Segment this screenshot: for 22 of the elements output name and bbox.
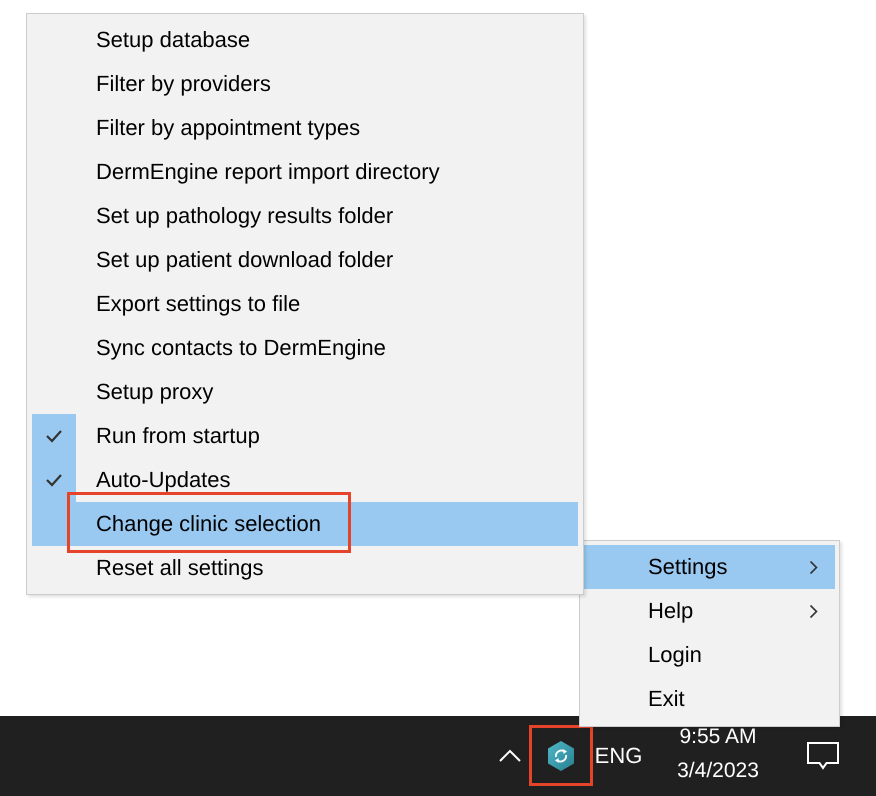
menu-item[interactable]: DermEngine report import directory (32, 150, 578, 194)
menu-item[interactable]: Setup database (32, 18, 578, 62)
sync-app-icon[interactable] (547, 741, 575, 771)
menu-item[interactable]: Auto-Updates (32, 458, 578, 502)
notifications-icon[interactable] (806, 741, 840, 771)
clock-date[interactable]: 3/4/2023 (677, 754, 759, 788)
menu-item[interactable]: Exit (583, 677, 835, 721)
menu-item[interactable]: Set up patient download folder (32, 238, 578, 282)
menu-item[interactable]: Setup proxy (32, 370, 578, 414)
menu-item[interactable]: Settings (583, 545, 835, 589)
menu-item[interactable]: Set up pathology results folder (32, 194, 578, 238)
language-indicator[interactable]: ENG (593, 743, 644, 769)
menu-item[interactable]: Run from startup (32, 414, 578, 458)
menu-item[interactable]: Filter by providers (32, 62, 578, 106)
chevron-up-icon[interactable] (498, 749, 522, 763)
menu-item[interactable]: Filter by appointment types (32, 106, 578, 150)
menu-item[interactable]: Change clinic selection (32, 502, 578, 546)
menu-item[interactable]: Login (583, 633, 835, 677)
menu-item[interactable]: Sync contacts to DermEngine (32, 326, 578, 370)
menu-item[interactable]: Help (583, 589, 835, 633)
menu-item[interactable]: Export settings to file (32, 282, 578, 326)
menu-item[interactable]: Reset all settings (32, 546, 578, 590)
